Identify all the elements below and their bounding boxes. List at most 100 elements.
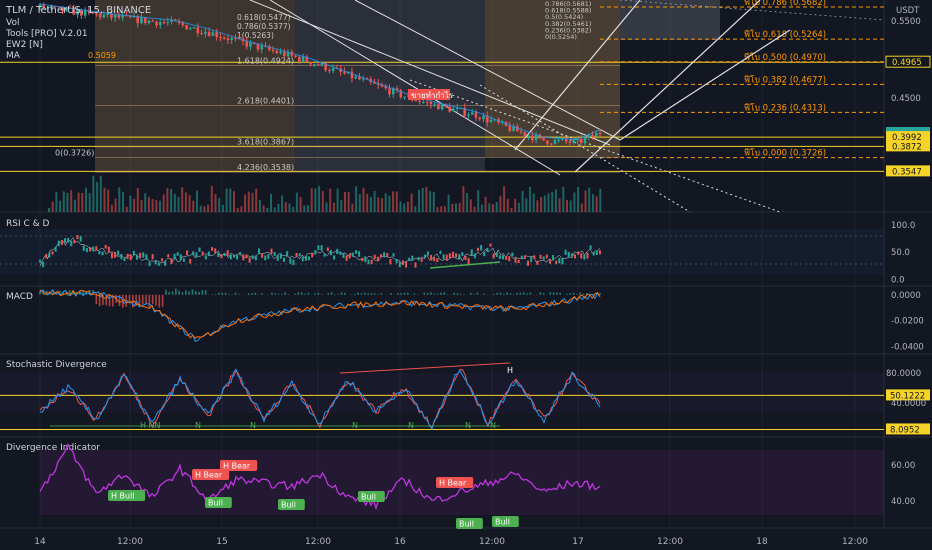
macd-histogram-bar (171, 291, 174, 295)
rsi-candle (48, 252, 51, 258)
macd-histogram-bar (446, 294, 449, 295)
volume-bar (521, 190, 524, 212)
macd-histogram-bar (473, 294, 475, 295)
macd-histogram-bar (317, 292, 320, 295)
volume-bar (384, 193, 387, 212)
candle-body (519, 131, 523, 133)
macd-histogram-bar (566, 293, 568, 295)
rsi-candle (489, 243, 492, 247)
rsi-candle (167, 254, 170, 258)
rsi-candle (398, 261, 401, 268)
macd-histogram-bar (155, 294, 157, 306)
rsi-candle (317, 245, 320, 250)
rsi-candle (51, 251, 54, 255)
stoch-marker-h: H (507, 366, 513, 375)
candle-body (440, 104, 444, 110)
macd-histogram-bar (373, 293, 376, 295)
volume-bar (85, 187, 87, 212)
macd-histogram-bar (300, 292, 303, 295)
candle-body (328, 70, 331, 72)
rsi-candle (342, 252, 345, 258)
rsi-candle (117, 250, 120, 256)
candle-body (414, 100, 418, 102)
volume-bar (299, 197, 302, 212)
volume-bar (310, 188, 313, 212)
rsi-candle (195, 252, 198, 257)
volume-bar (288, 203, 291, 212)
volume-bar (503, 186, 506, 212)
rsi-candle (345, 255, 348, 261)
volume-bar (366, 193, 369, 212)
rsi-candle (336, 248, 339, 254)
pane-tick: 60.00 (891, 461, 915, 471)
price-tag-label: 0.3547 (892, 167, 922, 177)
candle-body (591, 134, 594, 137)
rsi-candle (145, 254, 148, 260)
fib-ext-label: 2.618(0.4401) (237, 97, 294, 106)
rsi-candle (182, 258, 185, 262)
candle-body (388, 88, 391, 95)
macd-histogram-bar (238, 294, 240, 295)
rsi-candle (408, 257, 411, 261)
rsi-candle (464, 255, 467, 261)
candle-body (354, 76, 358, 79)
rsi-candle (536, 260, 539, 265)
chart-canvas[interactable]: ฟีโบ 0.786 (0.5682)ฟีโบ 0.618 (0.5264)ฟี… (0, 0, 932, 550)
rsi-candle (211, 247, 214, 251)
candle-body (192, 27, 196, 29)
candle-body (226, 38, 230, 41)
pane-tick: 0.0000 (891, 291, 921, 301)
rsi-candle (170, 258, 173, 265)
rsi-candle (436, 258, 439, 263)
volume-bar (584, 190, 587, 212)
rsi-candle (226, 250, 229, 256)
macd-histogram-bar (165, 289, 167, 295)
candle-body (474, 112, 478, 118)
ma-value: 0.5059 (88, 51, 116, 60)
candle-body (316, 64, 320, 66)
macd-histogram-bar (320, 294, 323, 295)
divergence-label: Bull (495, 518, 510, 527)
candle-body (158, 22, 162, 26)
volume-bar (181, 187, 184, 212)
rsi-candle (426, 251, 429, 256)
volume-bar (410, 193, 413, 212)
divergence-label: Bull (281, 501, 296, 510)
candle-body (470, 112, 474, 115)
volume-bar (192, 200, 195, 212)
volume-bar (129, 195, 132, 212)
macd-histogram-bar (360, 293, 363, 295)
candle-body (568, 141, 572, 143)
rsi-candle (139, 252, 142, 258)
rsi-candle (458, 254, 461, 260)
volume-bar (480, 204, 483, 212)
rsi-candle (552, 255, 555, 261)
macd-histogram-bar (108, 294, 111, 307)
rsi-candle (430, 255, 433, 261)
rsi-candle (198, 247, 201, 252)
rsi-candle (57, 240, 60, 247)
macd-histogram-bar (224, 292, 227, 295)
candle-body (181, 22, 185, 26)
volume-bar (255, 188, 258, 212)
macd-histogram-bar (281, 294, 283, 295)
volume-bar (388, 195, 391, 212)
volume-bar (432, 192, 435, 212)
rsi-candle (511, 252, 514, 257)
rsi-candle (270, 248, 273, 255)
rsi-candle (323, 253, 326, 257)
rsi-candle (595, 250, 598, 255)
macd-histogram-bar (184, 290, 187, 295)
candle-body (594, 132, 598, 137)
rsi-candle (98, 251, 101, 255)
rsi-candle (451, 251, 454, 258)
macd-histogram-bar (141, 294, 144, 305)
time-tick: 12:00 (117, 537, 143, 547)
macd-histogram-bar (483, 293, 485, 295)
candle-body (523, 132, 527, 136)
macd-histogram-bar (191, 289, 194, 295)
volume-bar (88, 193, 91, 212)
candle-body (478, 117, 482, 120)
rsi-candle (204, 255, 207, 260)
candle-body (350, 71, 354, 79)
